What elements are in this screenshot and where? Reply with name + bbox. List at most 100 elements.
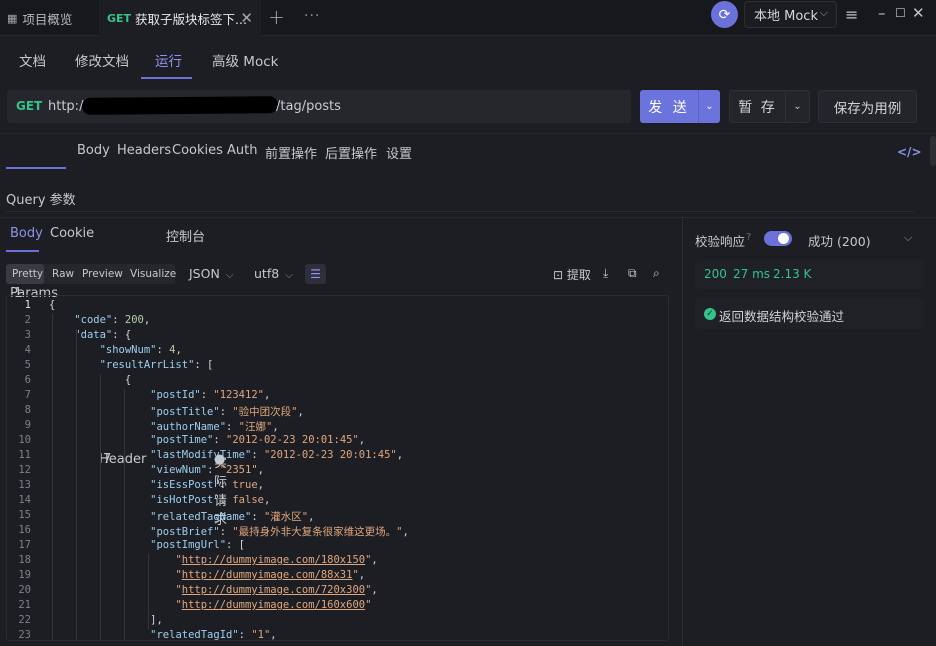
response-size: 2.13 K [773,267,812,281]
code-line: "postImgUrl": [ [150,539,245,551]
view-preview[interactable]: Preview [82,268,123,280]
line-number: 1 [24,299,31,311]
copy-icon[interactable]: ⧉ [628,266,637,281]
code-icon[interactable]: </> [897,145,922,159]
indent-guide [100,374,101,640]
format-select[interactable]: JSON ⌵ [189,266,233,281]
validate-response-label: 校验响应 [695,234,746,249]
line-number: 2 [24,314,31,326]
code-line: "isHotPost": false, [150,494,271,506]
code-line: "resultArrList": [ [99,359,214,371]
indent-guide [124,389,125,640]
line-number: 17 [18,539,31,551]
tab-cookies[interactable]: Cookies [172,143,223,158]
tab-pre-ops[interactable]: 前置操作 [265,143,317,162]
extract-button[interactable]: ⊡ 提取 [553,266,591,283]
nav-item-advanced-mock[interactable]: 高级 Mock [212,50,278,70]
view-visualize[interactable]: Visualize [130,268,176,280]
tab-auth[interactable]: Auth [227,143,257,158]
nav-active-indicator [141,77,192,79]
code-line: "data": { [74,329,132,341]
mock-env-select[interactable]: 本地 Mock ⌵ [744,1,837,28]
tab-post-ops[interactable]: 后置操作 [325,143,377,162]
code-line: ], [49,614,163,626]
tab-settings[interactable]: 设置 [386,143,412,162]
chevron-down-icon[interactable]: ⌵ [904,231,912,245]
view-raw[interactable]: Raw [52,268,74,280]
line-number: 16 [18,524,31,536]
menu-icon[interactable]: ≡ [845,5,858,24]
nav-item-run[interactable]: 运行 [155,50,182,70]
code-line: "relatedTagId": "1", [150,629,277,641]
line-number: 9 [24,419,31,431]
divider [0,133,936,134]
nav-item-doc[interactable]: 文档 [19,50,46,70]
add-tab-icon[interactable]: + [268,5,285,29]
divider [0,217,936,218]
tab-body[interactable]: Body [77,143,110,158]
method-badge: GET [107,11,132,25]
method-select[interactable]: GET [16,99,42,113]
validation-result-text: 返回数据结构校验通过 [719,309,845,324]
code-line: "isEssPost": true, [150,479,264,491]
save-button[interactable]: 暂 存 [729,90,786,123]
tab-project-overview[interactable]: ▦ 项目概览 [0,0,98,36]
redaction-mark [81,96,279,115]
tab-response-cookie[interactable]: Cookie [50,226,94,241]
chevron-down-icon: ⌵ [225,270,234,281]
line-number: 12 [18,464,31,476]
code-line: { [49,374,132,386]
code-line: "postBrief": "最持身外非大复条很家维这更场。", [150,526,409,538]
code-line: "postTitle": "验中团次段", [150,406,304,418]
response-body-editor[interactable]: 1 2 3 4 5 6 7 8 9 10 11 12 13 14 15 16 17 18 19 20 21 22 23 { … [6,295,669,641]
code-line: "viewNum": "2351", [150,464,264,476]
line-number: 3 [24,329,31,341]
line-number: 18 [18,554,31,566]
code-line: "lastModifyTime": "2012-02-23 20:01:45", [150,449,404,461]
tab-console[interactable]: 控制台 [166,226,205,245]
status-code: 200 [704,267,727,281]
line-number: 13 [18,479,31,491]
scrollbar[interactable] [930,136,936,166]
code-line: "postId": "123412", [150,389,271,401]
tab-active-request[interactable]: GET 获取子版块标签下... ✕ [99,0,261,36]
send-button[interactable]: 发 送 [640,90,698,123]
line-number: 20 [18,584,31,596]
panel-splitter[interactable] [682,217,683,646]
grid-icon: ▦ [7,11,18,25]
window-close-icon[interactable]: ✕ [912,4,925,22]
url-suffix: /tag/posts [276,99,341,114]
sync-icon[interactable]: ⟳ [711,1,738,28]
send-dropdown-icon[interactable]: ⌄ [698,90,720,123]
param-tab-indicator [6,167,66,169]
view-pretty[interactable]: Pretty [12,268,43,280]
minimize-icon[interactable]: – [878,4,886,22]
more-icon[interactable]: ··· [304,8,320,24]
line-number: 22 [18,614,31,626]
close-icon[interactable]: ✕ [240,9,253,27]
save-as-case-button[interactable]: 保存为用例 [818,90,917,123]
nav-item-edit-doc[interactable]: 修改文档 [75,50,129,70]
code-line: "http://dummyimage.com/180x150", [175,554,378,566]
indent-guide [148,554,149,629]
encoding-select[interactable]: utf8 ⌵ [254,266,293,281]
code-line: "code": 200, [74,314,151,326]
code-line: "http://dummyimage.com/160x600" [175,599,372,611]
line-number: 8 [24,404,31,416]
maximize-icon[interactable]: ☐ [895,6,906,20]
search-icon[interactable]: ⌕ [653,266,660,281]
tab-label: 项目概览 [22,11,73,27]
line-number: 19 [18,569,31,581]
tab-response-body[interactable]: Body [10,226,43,241]
response-tab-indicator [6,250,39,252]
download-icon[interactable]: ⤓ [603,266,608,281]
save-dropdown-icon[interactable]: ⌄ [786,90,810,123]
wrap-lines-icon[interactable]: ☰ [305,264,326,284]
response-status-select[interactable]: 成功 (200) [808,231,871,250]
line-number: 11 [18,449,31,461]
indent-guide [52,314,53,640]
code-line: "relatedTagName": "灌水区", [150,511,315,523]
tab-headers[interactable]: Headers [117,143,171,158]
line-number: 4 [24,344,31,356]
help-icon[interactable]: ? [746,232,751,243]
